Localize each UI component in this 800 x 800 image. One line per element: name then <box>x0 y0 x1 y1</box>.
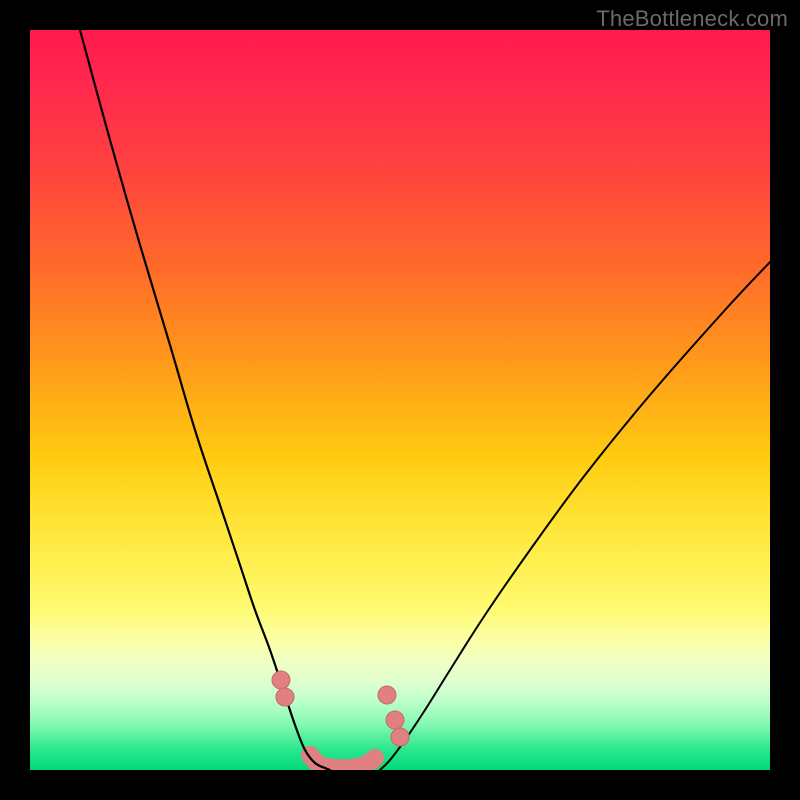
chart-container: TheBottleneck.com <box>0 0 800 800</box>
right-curve <box>380 262 770 770</box>
curve-marker <box>378 686 396 704</box>
curve-marker <box>276 688 294 706</box>
watermark-text: TheBottleneck.com <box>596 6 788 32</box>
curve-marker <box>272 671 290 689</box>
curves-svg <box>30 30 770 770</box>
markers-right <box>378 686 409 746</box>
markers-left <box>272 671 294 706</box>
curve-marker <box>391 728 409 746</box>
curve-marker <box>386 711 404 729</box>
left-curve <box>80 30 330 770</box>
plot-area <box>30 30 770 770</box>
